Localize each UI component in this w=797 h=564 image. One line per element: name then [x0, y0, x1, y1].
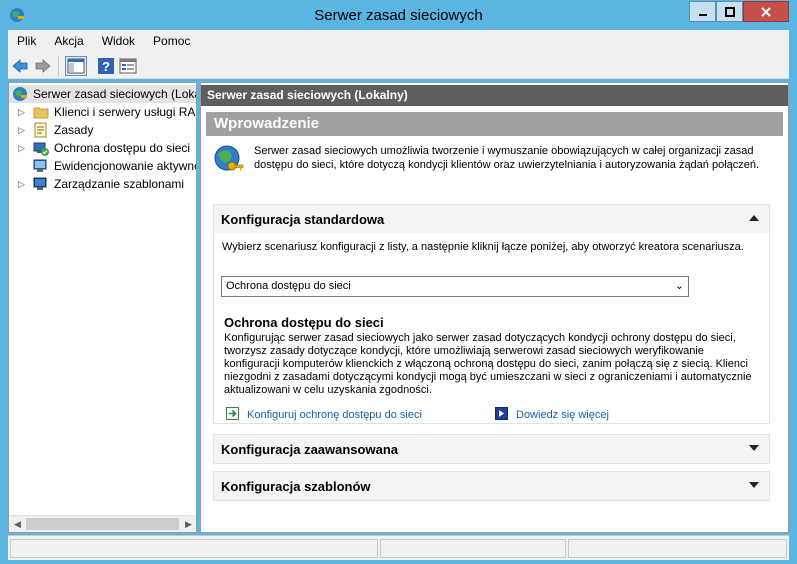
blue-arrow-icon [495, 407, 508, 420]
minimize-icon [698, 13, 707, 16]
nap-icon [33, 142, 49, 156]
menu-bar: Plik Akcja Widok Pomoc [8, 30, 789, 52]
tree-item-policies[interactable]: ▷ Zasady [9, 121, 196, 139]
learn-more-label: Dowiedz się więcej [516, 409, 609, 421]
status-segment [380, 539, 566, 558]
close-icon [761, 6, 771, 17]
nps-server-icon [13, 87, 27, 101]
back-icon[interactable] [11, 57, 29, 75]
menu-plik[interactable]: Plik [8, 30, 45, 52]
green-arrow-icon [226, 407, 239, 420]
tree-item-templates[interactable]: ▷ Zarządzanie szablonami [9, 175, 196, 193]
advanced-config-section: Konfiguracja zaawansowana [213, 434, 770, 464]
scroll-right-icon[interactable]: ▶ [185, 519, 192, 530]
maximize-icon [724, 6, 735, 17]
configure-nap-label: Konfiguruj ochronę dostępu do sieci [247, 409, 422, 421]
mmc-window: Serwer zasad sieciowych Plik Akcja Widok… [0, 0, 797, 564]
tree-item-label: Zarządzanie szablonami [54, 177, 185, 191]
templates-config-title: Konfiguracja szablonów [221, 479, 371, 494]
scroll-thumb[interactable] [26, 518, 179, 530]
expand-icon[interactable] [749, 445, 759, 451]
details-pane: Serwer zasad sieciowych (Lokalny) Wprowa… [200, 82, 789, 533]
properties-icon[interactable] [119, 57, 137, 75]
status-segment [568, 539, 787, 558]
title-bar[interactable]: Serwer zasad sieciowych [0, 0, 797, 30]
status-bar [8, 535, 789, 560]
status-segment [10, 539, 378, 558]
folder-icon [33, 107, 49, 119]
learn-more-link[interactable]: Dowiedz się więcej [495, 407, 609, 421]
nps-globe-key-icon [214, 145, 244, 171]
show-hide-console-tree-icon[interactable] [65, 56, 87, 76]
intro-description: Serwer zasad sieciowych umożliwia tworze… [254, 145, 760, 171]
help-icon[interactable]: ? [97, 57, 115, 75]
policy-icon [34, 122, 47, 138]
tree-item-label: Klienci i serwery usługi RADIUS [54, 105, 196, 119]
expand-icon[interactable]: ▷ [18, 139, 25, 157]
menu-widok[interactable]: Widok [93, 30, 144, 52]
scroll-left-icon[interactable]: ◀ [14, 519, 21, 530]
window-title: Serwer zasad sieciowych [314, 7, 483, 24]
menu-pomoc[interactable]: Pomoc [144, 30, 199, 52]
scenario-title: Ochrona dostępu do sieci [224, 315, 384, 330]
templates-icon [33, 177, 47, 190]
toolbar: ? [8, 52, 789, 79]
menu-akcja[interactable]: Akcja [45, 30, 92, 52]
forward-icon[interactable] [34, 57, 52, 75]
tree-item-nap[interactable]: ▷ Ochrona dostępu do sieci [9, 139, 196, 157]
tree-item-label: Zasady [54, 123, 94, 137]
advanced-config-title: Konfiguracja zaawansowana [221, 442, 398, 457]
collapse-icon[interactable] [749, 215, 759, 221]
scenario-prompt: Wybierz scenariusz konfiguracji z listy,… [222, 241, 744, 253]
templates-config-section: Konfiguracja szablonów [213, 471, 770, 501]
standard-config-section: Konfiguracja standardowa Wybierz scenari… [213, 204, 770, 424]
expand-icon[interactable]: ▷ [18, 121, 25, 139]
tree-root[interactable]: Serwer zasad sieciowych (Lokalny) [9, 85, 196, 103]
toolbar-separator [58, 56, 59, 76]
expand-icon[interactable]: ▷ [18, 103, 25, 121]
chevron-down-icon: ⌄ [674, 280, 684, 292]
tree-root-label: Serwer zasad sieciowych (Lokalny) [33, 87, 196, 101]
scenario-selected: Ochrona dostępu do sieci [226, 280, 351, 292]
configure-nap-link[interactable]: Konfiguruj ochronę dostępu do sieci [226, 407, 422, 421]
expand-icon[interactable]: ▷ [18, 175, 25, 193]
accounting-icon [33, 159, 47, 172]
tree-item-radius[interactable]: ▷ Klienci i serwery usługi RADIUS [9, 103, 196, 121]
minimize-button[interactable] [689, 1, 716, 22]
tree-item-accounting[interactable]: Ewidencjonowanie aktywności [9, 157, 196, 175]
close-button[interactable] [743, 1, 789, 22]
tree-horizontal-scrollbar[interactable]: ◀ ▶ [9, 515, 196, 532]
expand-icon[interactable] [749, 482, 759, 488]
tree-item-label: Ochrona dostępu do sieci [54, 141, 191, 155]
scenario-dropdown[interactable]: Ochrona dostępu do sieci ⌄ [221, 276, 689, 297]
templates-config-header[interactable]: Konfiguracja szablonów [214, 472, 769, 500]
tree-item-label: Ewidencjonowanie aktywności [54, 159, 196, 173]
maximize-button[interactable] [716, 1, 743, 22]
intro-title: Wprowadzenie [206, 112, 783, 136]
console-tree[interactable]: Serwer zasad sieciowych (Lokalny) ▷ Klie… [8, 82, 197, 533]
standard-config-title: Konfiguracja standardowa [221, 212, 385, 227]
details-content: Wprowadzenie Serwer zasad sieciowych umo… [201, 107, 788, 532]
standard-config-header[interactable]: Konfiguracja standardowa [214, 205, 769, 233]
details-header: Serwer zasad sieciowych (Lokalny) [201, 85, 788, 106]
svg-text:?: ? [102, 59, 110, 74]
scenario-description: Konfigurując serwer zasad sieciowych jak… [224, 332, 752, 396]
advanced-config-header[interactable]: Konfiguracja zaawansowana [214, 435, 769, 463]
